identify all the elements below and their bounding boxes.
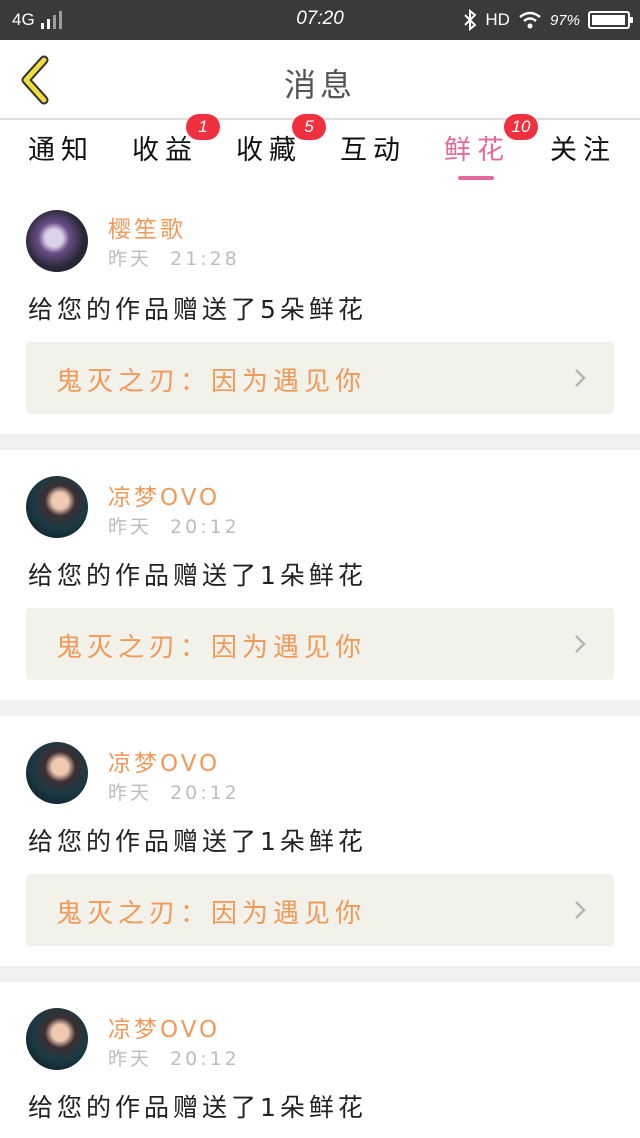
tab-follows[interactable]: 关注	[550, 128, 616, 176]
tab-bar: 通知 收益 1 收藏 5 互动 鲜花 10 关注	[0, 114, 640, 180]
tab-label: 鲜花	[444, 135, 510, 166]
tab-favorites[interactable]: 收藏 5	[236, 114, 326, 176]
wifi-icon	[519, 11, 541, 29]
work-title: 鬼灭之刃：因为遇见你	[56, 899, 367, 929]
message-text: 给您的作品赠送了5朵鲜花	[28, 295, 367, 324]
bluetooth-icon	[464, 9, 477, 31]
timestamp-date: 昨天	[108, 1048, 153, 1070]
work-link[interactable]: 鬼灭之刃：因为遇见你	[26, 608, 614, 680]
header: 消息	[0, 40, 640, 120]
username[interactable]: 樱笙歌	[108, 210, 186, 244]
tab-notifications[interactable]: 通知	[28, 128, 94, 176]
work-link[interactable]: 鬼灭之刃：因为遇见你	[26, 342, 614, 414]
message-card: 凉梦OVO 昨天 20:12 给您的作品赠送了1朵鲜花 鬼灭之刃：因为遇见你	[0, 716, 640, 966]
tab-earnings[interactable]: 收益 1	[132, 114, 220, 176]
unread-badge: 1	[186, 114, 220, 140]
battery-icon	[588, 11, 633, 29]
timestamp-time: 20:12	[170, 1048, 240, 1070]
unread-badge: 5	[292, 114, 326, 140]
hd-label: HD	[485, 10, 510, 29]
chevron-right-icon	[575, 901, 586, 919]
work-title: 鬼灭之刃：因为遇见你	[56, 633, 367, 663]
timestamp-date: 昨天	[108, 782, 153, 804]
message-text: 给您的作品赠送了1朵鲜花	[28, 1093, 367, 1122]
avatar[interactable]	[26, 476, 88, 538]
message-text: 给您的作品赠送了1朵鲜花	[28, 561, 367, 590]
timestamp-time: 21:28	[170, 248, 240, 270]
avatar[interactable]	[26, 742, 88, 804]
tab-flowers[interactable]: 鲜花 10	[444, 114, 538, 180]
username[interactable]: 凉梦OVO	[108, 1010, 220, 1044]
timestamp: 昨天 20:12	[108, 512, 240, 539]
username[interactable]: 凉梦OVO	[108, 744, 220, 778]
timestamp-time: 20:12	[170, 782, 240, 804]
chevron-right-icon	[575, 635, 586, 653]
avatar[interactable]	[26, 1008, 88, 1070]
timestamp-date: 昨天	[108, 516, 153, 538]
chevron-right-icon	[575, 369, 586, 387]
message-card: 樱笙歌 昨天 21:28 给您的作品赠送了5朵鲜花 鬼灭之刃：因为遇见你	[0, 180, 640, 434]
work-title: 鬼灭之刃：因为遇见你	[56, 367, 367, 397]
tab-label: 收藏	[236, 135, 302, 166]
tab-label: 互动	[340, 135, 406, 166]
timestamp-time: 20:12	[170, 516, 240, 538]
status-bar: 4G 07:20 HD 97%	[0, 0, 640, 40]
unread-badge: 10	[504, 114, 538, 140]
message-card: 凉梦OVO 昨天 20:12 给您的作品赠送了1朵鲜花 鬼灭之刃：因为遇见你	[0, 450, 640, 700]
tab-label: 通知	[28, 135, 94, 166]
message-text: 给您的作品赠送了1朵鲜花	[28, 827, 367, 856]
timestamp: 昨天 20:12	[108, 1044, 240, 1071]
timestamp-date: 昨天	[108, 248, 153, 270]
timestamp: 昨天 20:12	[108, 778, 240, 805]
work-link[interactable]: 鬼灭之刃：因为遇见你	[26, 874, 614, 946]
tab-label: 关注	[550, 135, 616, 166]
page-title: 消息	[283, 66, 356, 104]
message-card: 凉梦OVO 昨天 20:12 给您的作品赠送了1朵鲜花	[0, 982, 640, 1138]
timestamp: 昨天 21:28	[108, 244, 240, 271]
tab-label: 收益	[132, 135, 198, 166]
status-icons: HD 97%	[463, 9, 633, 31]
username[interactable]: 凉梦OVO	[108, 478, 220, 512]
tab-interactions[interactable]: 互动	[340, 128, 406, 176]
battery-percent: 97%	[549, 11, 580, 29]
avatar[interactable]	[26, 210, 88, 272]
